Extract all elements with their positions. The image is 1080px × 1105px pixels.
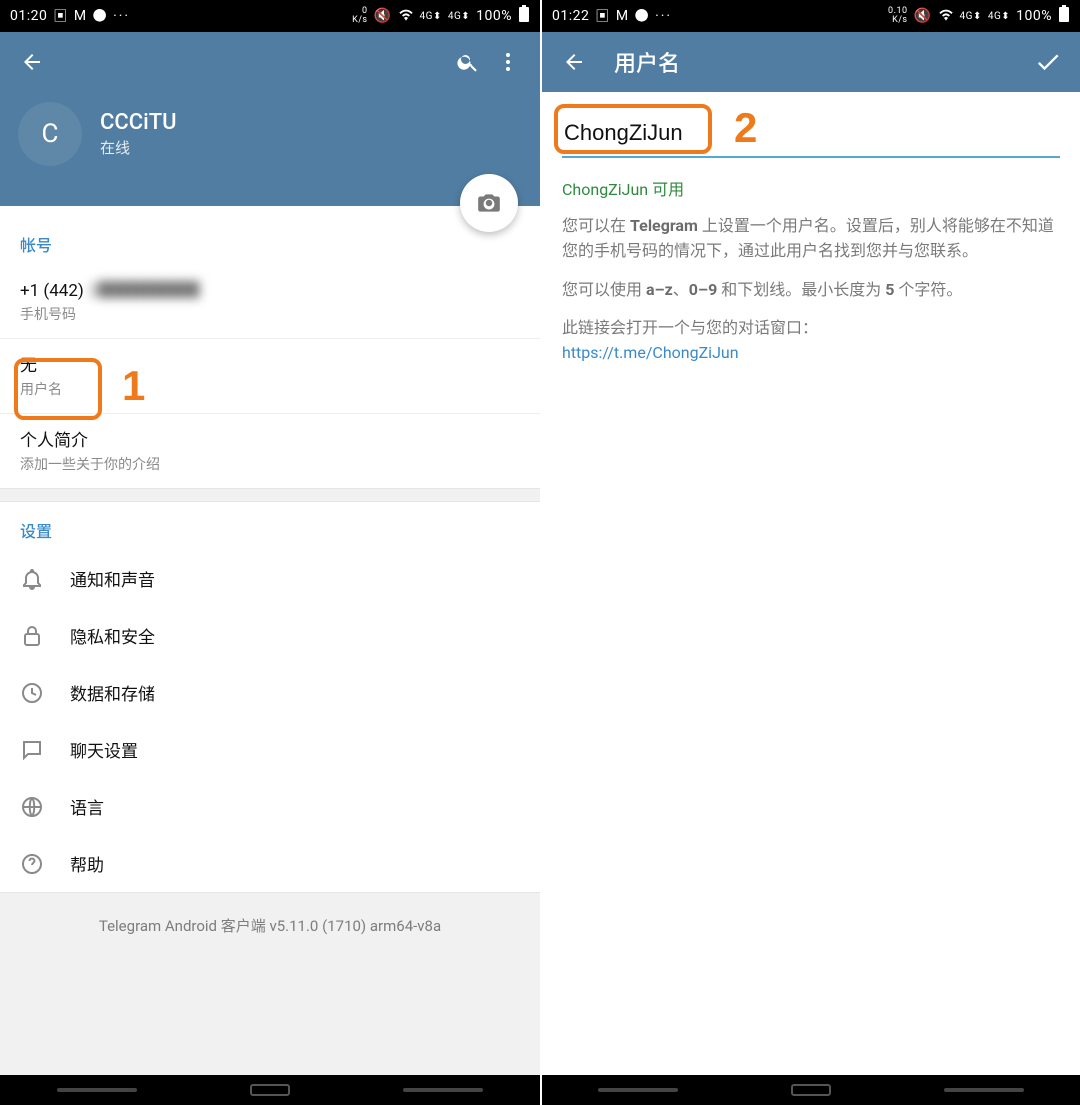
- nav-recent[interactable]: [57, 1088, 137, 1092]
- username-desc-3: 此链接会打开一个与您的对话窗口： https://t.me/ChongZiJun: [562, 316, 1060, 366]
- bio-title: 个人简介: [20, 426, 520, 451]
- settings-header: 设置: [0, 502, 540, 550]
- status-bar: 01:20 ▣ M ● ··· 0 K/s 🔇 4G⬍ 4G⬍ 100%: [0, 0, 540, 32]
- more-icon: ···: [113, 8, 130, 24]
- phone-row[interactable]: +1 (442) 2██████ 手机号码: [0, 264, 540, 339]
- screen-username: 01:22 ▣ M ● ··· 0.10 K/s 🔇 4G⬍ 4G⬍ 100%: [540, 0, 1080, 1105]
- status-bar: 01:22 ▣ M ● ··· 0.10 K/s 🔇 4G⬍ 4G⬍ 100%: [542, 0, 1080, 32]
- username-desc-1: 您可以在 Telegram 上设置一个用户名。设置后，别人将能够在不知道您的手机…: [562, 214, 1060, 264]
- net-speed: 0.10 K/s: [888, 7, 908, 25]
- net-speed: 0 K/s: [352, 7, 368, 25]
- settings-item-label: 数据和存储: [70, 680, 155, 705]
- settings-item-label: 语言: [70, 794, 104, 819]
- settings-item-label: 聊天设置: [70, 737, 138, 762]
- phone-prefix: +1 (442): [20, 281, 88, 301]
- signal-4g-icon: 4G⬍: [420, 11, 442, 22]
- settings-item-help[interactable]: 帮助: [0, 835, 540, 892]
- username-desc-2: 您可以使用 a–z、0–9 和下划线。最小长度为 5 个字符。: [562, 278, 1060, 303]
- account-section: 帐号 +1 (442) 2██████ 手机号码 无 用户名 个人简介 添加一些…: [0, 206, 540, 488]
- camera-fab[interactable]: [460, 174, 518, 232]
- chat-icon: [20, 738, 70, 762]
- screen-profile: 01:20 ▣ M ● ··· 0 K/s 🔇 4G⬍ 4G⬍ 100%: [0, 0, 540, 1105]
- back-button[interactable]: [12, 42, 52, 82]
- settings-item-chat[interactable]: 聊天设置: [0, 721, 540, 778]
- chat-icon: ●: [93, 6, 108, 26]
- image-icon: ▣: [595, 6, 610, 26]
- confirm-button[interactable]: [1028, 42, 1068, 82]
- mute-icon: 🔇: [374, 8, 392, 24]
- nav-back[interactable]: [944, 1088, 1024, 1092]
- bio-row[interactable]: 个人简介 添加一些关于你的介绍: [0, 414, 540, 488]
- nav-home[interactable]: [791, 1084, 831, 1096]
- signal-4g-icon-2: 4G⬍: [988, 11, 1010, 22]
- image-icon: ▣: [53, 6, 68, 26]
- battery-icon: [1058, 5, 1070, 27]
- bell-icon: [20, 567, 70, 591]
- signal-4g-icon-2: 4G⬍: [448, 11, 470, 22]
- bio-hint: 添加一些关于你的介绍: [20, 454, 520, 474]
- nav-home[interactable]: [250, 1084, 290, 1096]
- signal-4g-icon: 4G⬍: [960, 11, 982, 22]
- nav-bar: [542, 1075, 1080, 1105]
- phone-rest: 2██████: [88, 276, 200, 301]
- mail-icon: M: [616, 8, 629, 24]
- phone-label: 手机号码: [20, 304, 520, 324]
- section-gap: [0, 488, 540, 502]
- settings-item-label: 帮助: [70, 851, 104, 876]
- account-header: 帐号: [0, 216, 540, 264]
- nav-bar: [0, 1075, 540, 1105]
- lock-icon: [20, 624, 70, 648]
- settings-section: 设置 通知和声音 隐私和安全 数据和存储: [0, 502, 540, 892]
- status-time: 01:20: [10, 8, 47, 24]
- help-icon: [20, 852, 70, 876]
- chat-icon: ●: [635, 6, 650, 26]
- settings-item-notifications[interactable]: 通知和声音: [0, 550, 540, 607]
- more-icon: ···: [655, 8, 672, 24]
- mute-icon: 🔇: [914, 8, 932, 24]
- globe-icon: [20, 795, 70, 819]
- settings-item-language[interactable]: 语言: [0, 778, 540, 835]
- battery-pct: 100%: [1016, 8, 1052, 24]
- nav-back[interactable]: [403, 1088, 483, 1092]
- version-footer: Telegram Android 客户端 v5.11.0 (1710) arm6…: [0, 892, 540, 1075]
- profile-header: C CCCiTU 在线: [0, 92, 540, 206]
- username-label: 用户名: [20, 379, 520, 399]
- battery-pct: 100%: [476, 8, 512, 24]
- app-bar: [0, 32, 540, 92]
- username-value: 无: [20, 351, 520, 376]
- username-link[interactable]: https://t.me/ChongZiJun: [562, 343, 739, 362]
- clock-icon: [20, 681, 70, 705]
- settings-item-data[interactable]: 数据和存储: [0, 664, 540, 721]
- username-input[interactable]: [562, 114, 1060, 158]
- mail-icon: M: [74, 8, 87, 24]
- search-button[interactable]: [448, 42, 488, 82]
- wifi-icon: [938, 7, 954, 25]
- settings-item-label: 隐私和安全: [70, 623, 155, 648]
- app-bar: 用户名: [542, 32, 1080, 92]
- settings-item-privacy[interactable]: 隐私和安全: [0, 607, 540, 664]
- avatar[interactable]: C: [18, 102, 82, 166]
- settings-item-label: 通知和声音: [70, 566, 155, 591]
- phone-value: +1 (442) 2██████: [20, 276, 520, 301]
- back-button[interactable]: [554, 42, 594, 82]
- username-row[interactable]: 无 用户名: [0, 339, 540, 414]
- username-body: ChongZiJun 可用 您可以在 Telegram 上设置一个用户名。设置后…: [542, 92, 1080, 1075]
- status-time: 01:22: [552, 8, 589, 24]
- username-available: ChongZiJun 可用: [562, 176, 1060, 200]
- page-title: 用户名: [614, 46, 1028, 78]
- profile-name: CCCiTU: [100, 110, 177, 135]
- wifi-icon: [398, 7, 414, 25]
- battery-icon: [518, 5, 530, 27]
- more-menu-button[interactable]: [488, 42, 528, 82]
- profile-presence: 在线: [100, 137, 177, 158]
- nav-recent[interactable]: [598, 1088, 678, 1092]
